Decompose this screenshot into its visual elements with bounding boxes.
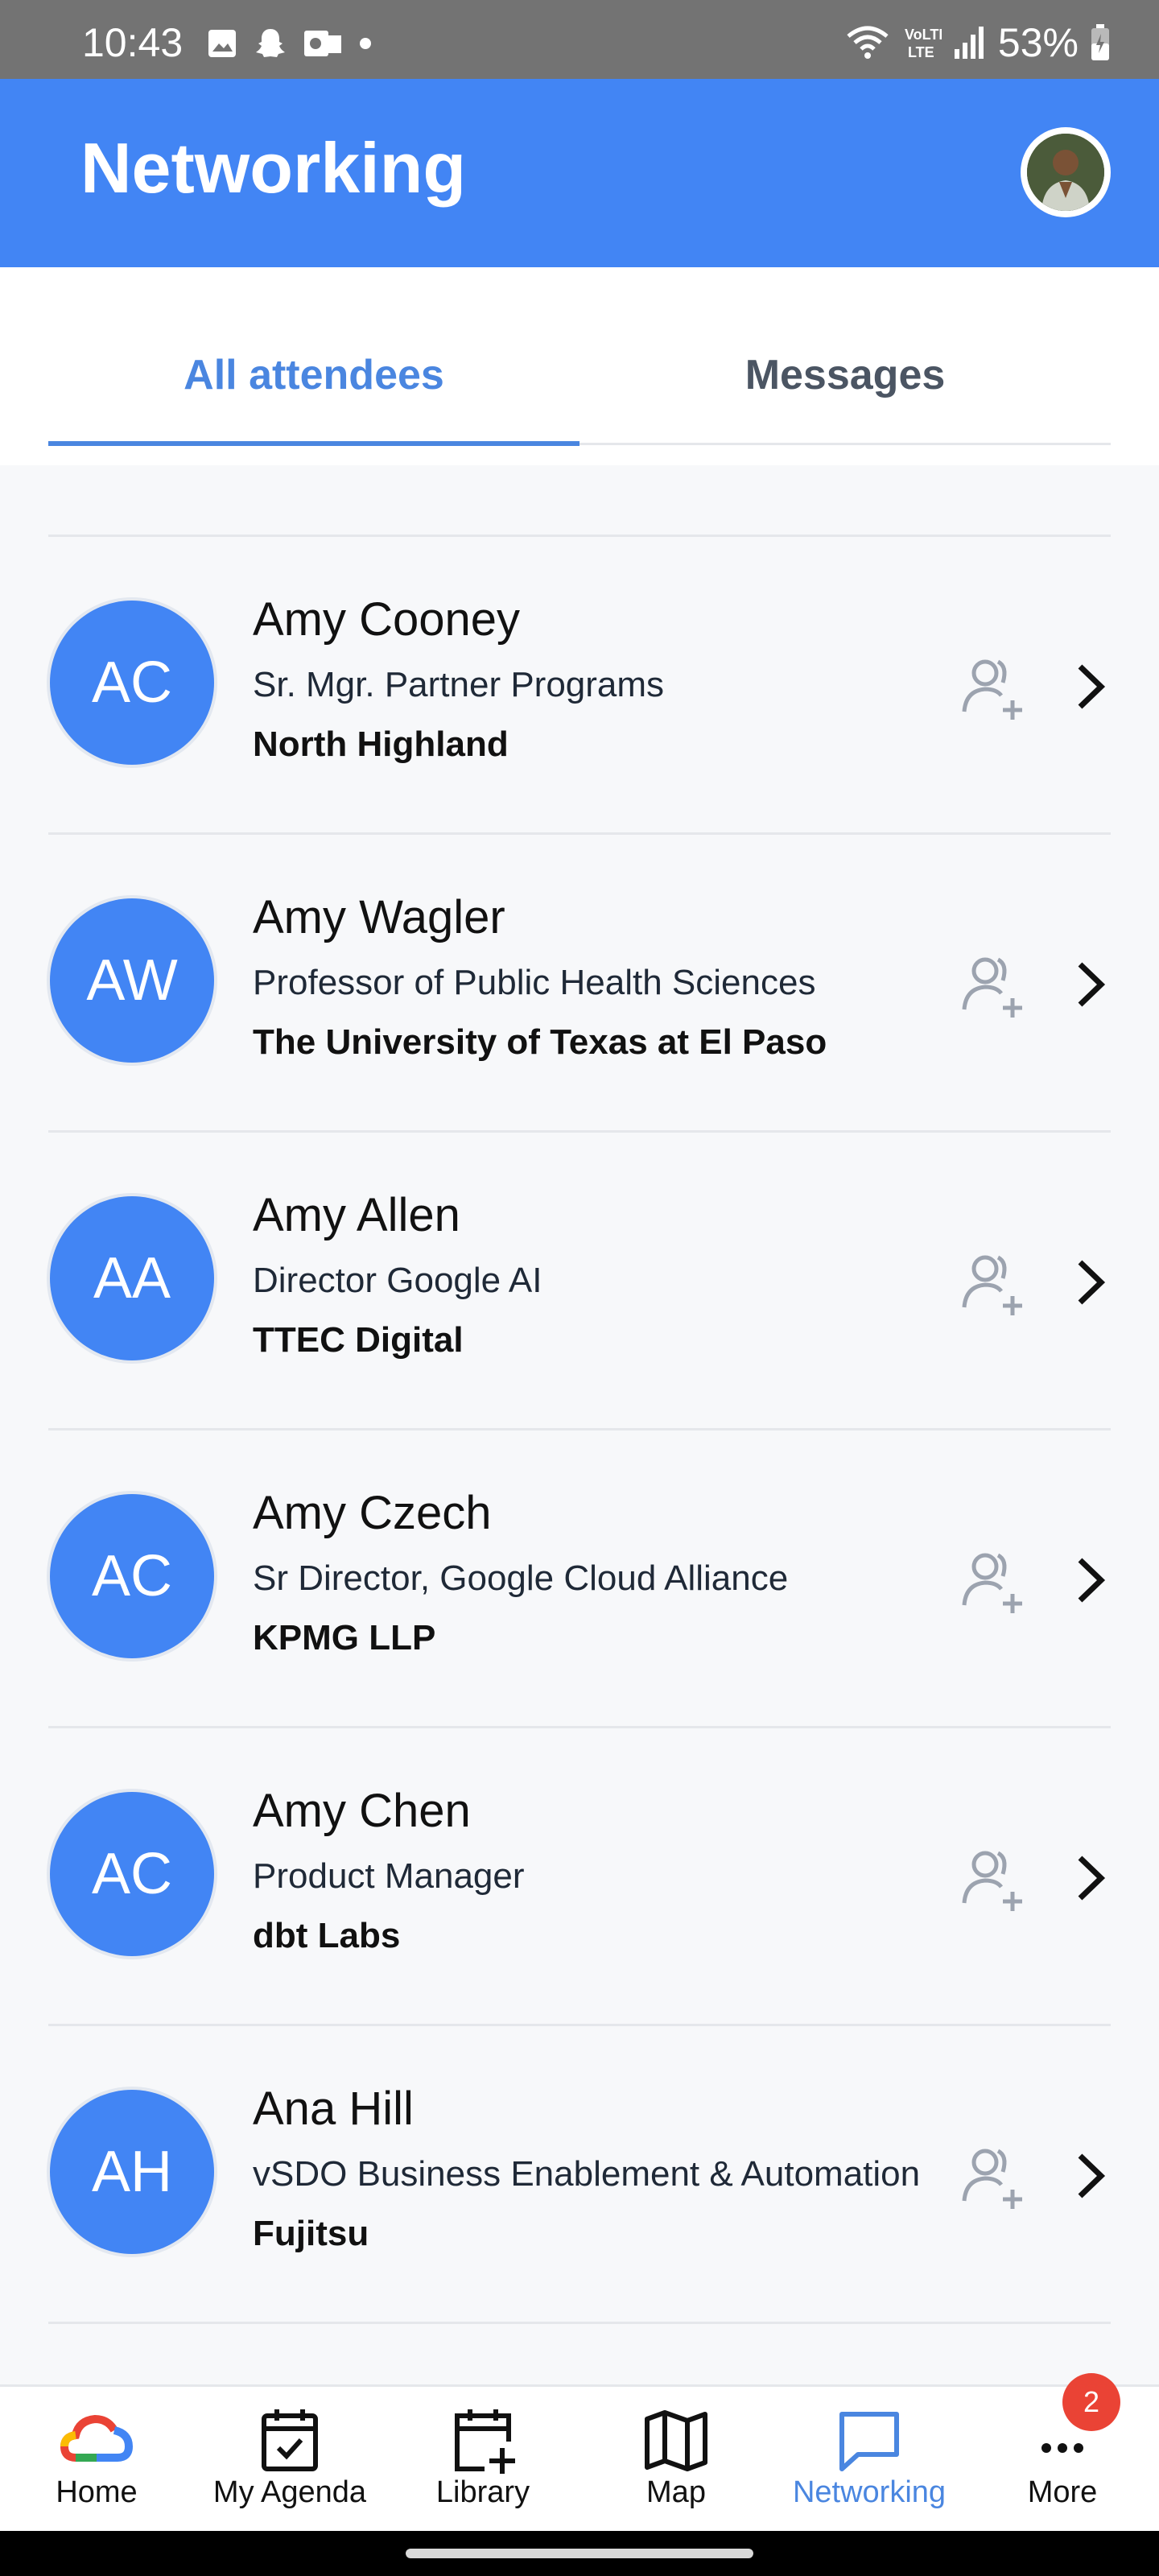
attendee-row[interactable]: AC Amy Czech Sr Director, Google Cloud A… [0,1430,1159,1726]
add-connection-icon[interactable] [955,1842,1027,1914]
svg-text:LTE: LTE [908,44,934,60]
attendee-name: Ana Hill [253,2083,414,2135]
attendee-row[interactable]: AH Ana Hill vSDO Business Enablement & A… [0,2025,1159,2322]
calendar-check-icon [262,2409,318,2471]
attendee-role: Director Google AI [253,1261,542,1300]
attendee-role: Sr. Mgr. Partner Programs [253,665,665,704]
attendee-name: Amy Chen [253,1785,471,1837]
attendee-org: North Highland [253,724,509,764]
attendee-role: Sr Director, Google Cloud Alliance [253,1558,789,1598]
attendee-row[interactable]: AC Amy Cooney Sr. Mgr. Partner Programs … [0,536,1159,832]
attendee-org: The University of Texas at El Paso [253,1022,827,1062]
battery-percent: 53% [997,20,1079,65]
wifi-icon [847,26,889,59]
add-connection-icon[interactable] [955,650,1027,723]
nav-home[interactable]: Home [0,2387,193,2533]
tab-bar: All attendees Messages [0,267,1159,465]
nav-my-agenda-label: My Agenda [212,2475,367,2509]
attendee-name: Amy Allen [253,1189,460,1241]
status-notification-icons [206,26,373,61]
calendar-add-icon [455,2409,515,2474]
snapchat-icon [256,29,285,57]
status-bar: 10:43 VoLTELTE 53% [0,0,1159,79]
nav-more-label: More [1027,2475,1098,2509]
attendee-initials-avatar: AC [50,1792,214,1956]
nav-map-label: Map [646,2475,706,2509]
bottom-navigation: Home My Agenda Library Map Networking Mo… [0,2384,1159,2533]
page-title: Networking [80,128,467,208]
tab-active-indicator [48,441,580,446]
status-time: 10:43 [82,20,184,65]
add-connection-icon[interactable] [955,1246,1027,1319]
home-gesture-bar[interactable] [406,2549,753,2558]
nav-networking-label: Networking [792,2475,947,2509]
google-cloud-icon [60,2414,133,2462]
attendee-org: TTEC Digital [253,1320,464,1360]
signal-icon [954,27,984,59]
attendee-name: Amy Wagler [253,891,505,943]
chevron-right-icon[interactable] [1070,1254,1111,1311]
system-nav-bar [0,2531,1159,2576]
attendee-row[interactable]: AC Amy Chen Product Manager dbt Labs [0,1728,1159,2024]
attendee-org: KPMG LLP [253,1618,436,1657]
attendee-initials-avatar: AA [50,1196,214,1360]
attendee-name: Amy Czech [253,1487,492,1539]
attendee-name: Amy Cooney [253,593,521,646]
battery-charging-icon [1091,24,1109,60]
svg-text:VoLTE: VoLTE [905,27,942,43]
nav-library[interactable]: Library [386,2387,580,2533]
add-connection-icon[interactable] [955,1544,1027,1616]
notification-badge: 2 [1062,2373,1120,2431]
outlook-icon [304,31,341,56]
attendee-role: vSDO Business Enablement & Automation [253,2154,921,2194]
attendee-initials-avatar: AW [50,898,214,1063]
attendee-org: dbt Labs [253,1916,401,1955]
attendee-row[interactable]: AA Amy Allen Director Google AI TTEC Dig… [0,1132,1159,1428]
nav-networking[interactable]: Networking [773,2387,966,2533]
volte-icon: VoLTELTE [905,27,942,60]
app-bar: Networking [0,79,1159,267]
list-divider [48,2322,1111,2324]
nav-home-label: Home [56,2475,138,2509]
chevron-right-icon[interactable] [1070,956,1111,1013]
chevron-right-icon[interactable] [1070,1552,1111,1608]
attendee-initials-avatar: AC [50,601,214,765]
attendee-initials-avatar: AH [50,2090,214,2254]
attendee-role: Professor of Public Health Sciences [253,963,816,1002]
attendee-org: Fujitsu [253,2214,369,2253]
chat-bubble-icon [839,2412,899,2471]
status-system-icons: VoLTELTE 53% [843,19,1111,66]
avatar [1027,134,1104,211]
chevron-right-icon[interactable] [1070,658,1111,715]
chevron-right-icon[interactable] [1070,2148,1111,2204]
nav-my-agenda[interactable]: My Agenda [193,2387,386,2533]
attendee-role: Product Manager [253,1856,525,1896]
attendee-initials-avatar: AC [50,1494,214,1658]
chevron-right-icon[interactable] [1070,1850,1111,1906]
nav-library-label: Library [435,2475,530,2509]
tab-messages[interactable]: Messages [580,351,1111,399]
map-icon [645,2410,707,2471]
nav-map[interactable]: Map [580,2387,773,2533]
add-connection-icon[interactable] [955,2140,1027,2212]
tab-all-attendees[interactable]: All attendees [48,351,580,399]
dot-icon [360,38,371,49]
add-connection-icon[interactable] [955,948,1027,1021]
profile-avatar-button[interactable] [1021,127,1111,217]
attendee-row[interactable]: AW Amy Wagler Professor of Public Health… [0,834,1159,1130]
gallery-icon [208,30,236,57]
